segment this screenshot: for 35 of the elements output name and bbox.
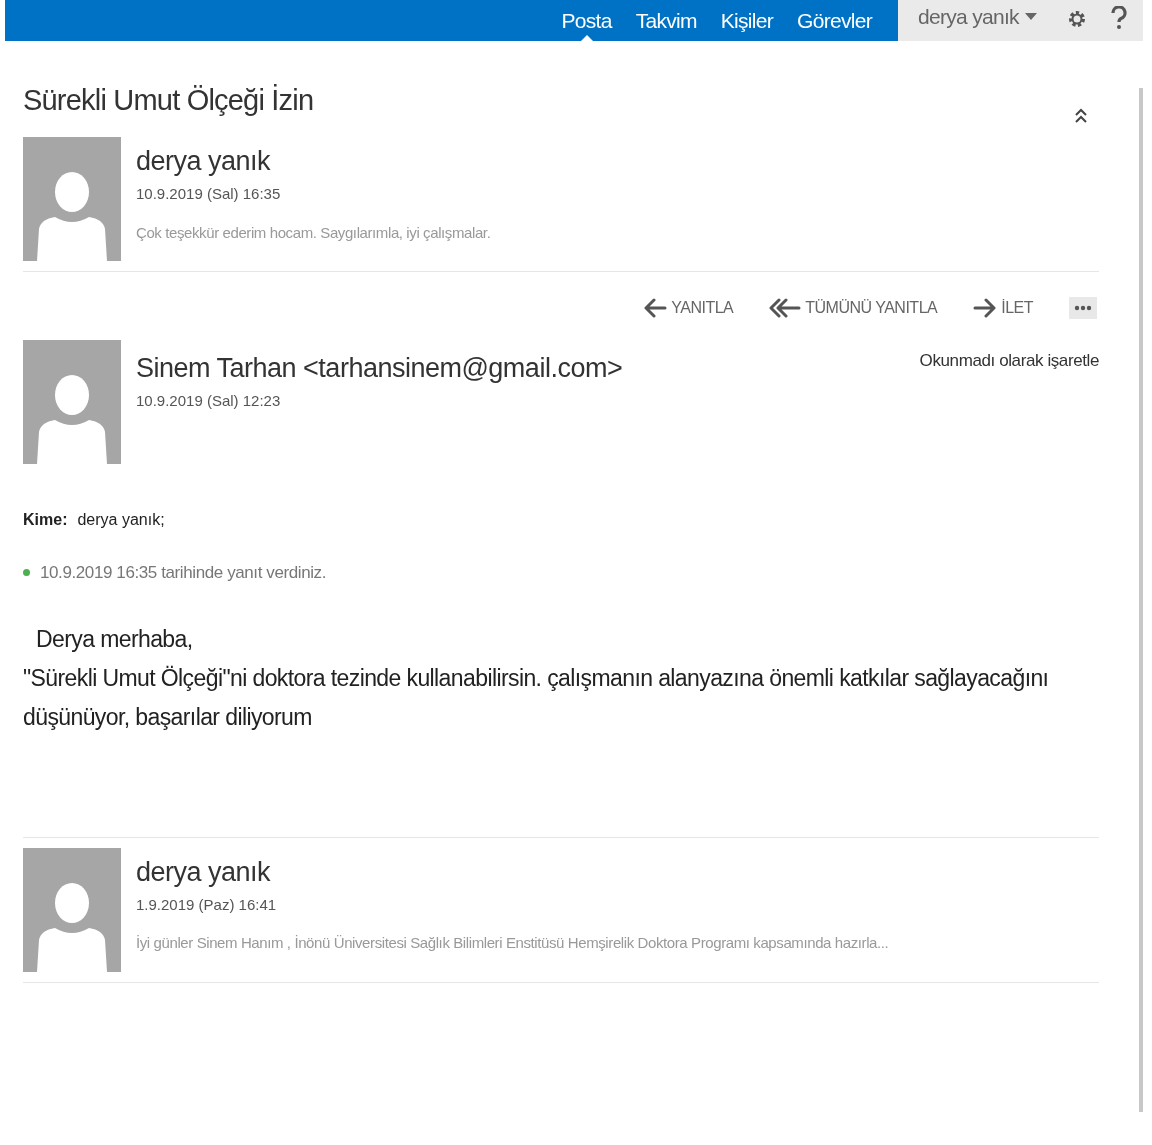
recipient: derya yanık; bbox=[77, 510, 165, 530]
sender-name: derya yanık bbox=[136, 855, 272, 889]
nav-tab[interactable]: Posta bbox=[561, 0, 612, 41]
arrow-left-icon bbox=[643, 298, 668, 318]
more-icon bbox=[1074, 305, 1092, 311]
caret-icon bbox=[1024, 13, 1037, 21]
sender-name: Sinem Tarhan <tarhansinem@gmail.com> bbox=[136, 352, 624, 385]
avatar-icon bbox=[23, 137, 121, 261]
settings-icon[interactable] bbox=[1066, 9, 1087, 29]
avatar-icon bbox=[23, 340, 121, 464]
action-button[interactable]: YANITLA bbox=[643, 296, 734, 320]
mark-unread-link[interactable]: Okunmadı olarak işaretle bbox=[919, 348, 1099, 374]
nav-tab[interactable]: Takvim bbox=[635, 0, 697, 41]
body-paragraph: Derya merhaba, bbox=[35, 624, 194, 654]
body-paragraph: "Sürekli Umut Ölçeği"ni doktora tezinde kullanabilirsin. çalışmanın alanyazına önemli katkılar sağlayacağını düşünüyor, başarılar diliyorum bbox=[23, 663, 1050, 732]
double-arrow-left-icon bbox=[769, 298, 802, 318]
message-date: 10.9.2019 (Sal) 12:23 bbox=[136, 391, 282, 411]
nav-tab[interactable]: Görevler bbox=[797, 0, 872, 41]
scrollbar[interactable] bbox=[1139, 88, 1143, 1112]
sender-name: derya yanık bbox=[136, 145, 272, 178]
to-label: Kime: bbox=[23, 510, 68, 530]
message-preview: İyi günler Sinem Hanım , İnönü Üniversitesi Sağlık Bilimleri Enstitüsü Hemşirelik Doktora Programı kapsamında hazırla... bbox=[136, 933, 889, 953]
more-button[interactable] bbox=[1069, 297, 1097, 319]
message-date: 1.9.2019 (Paz) 16:41 bbox=[136, 894, 278, 915]
help-icon[interactable] bbox=[1110, 6, 1127, 30]
nav-tab[interactable]: Kişiler bbox=[720, 0, 774, 41]
avatar-icon bbox=[23, 847, 121, 972]
arrow-right-icon bbox=[973, 298, 998, 318]
thread-title: Sürekli Umut Ölçeği İzin bbox=[23, 83, 314, 118]
action-button[interactable]: TÜMÜNÜ YANITLA bbox=[769, 296, 938, 320]
action-button[interactable]: İLET bbox=[973, 296, 1033, 320]
message-date: 10.9.2019 (Sal) 16:35 bbox=[136, 184, 282, 204]
collapse-icon[interactable] bbox=[1074, 107, 1088, 125]
reply-status: 10.9.2019 16:35 tarihinde yanıt verdiniz. bbox=[40, 562, 327, 584]
message-preview: Çok teşekkür ederim hocam. Saygılarımla, iyi çalışmalar. bbox=[136, 222, 491, 243]
